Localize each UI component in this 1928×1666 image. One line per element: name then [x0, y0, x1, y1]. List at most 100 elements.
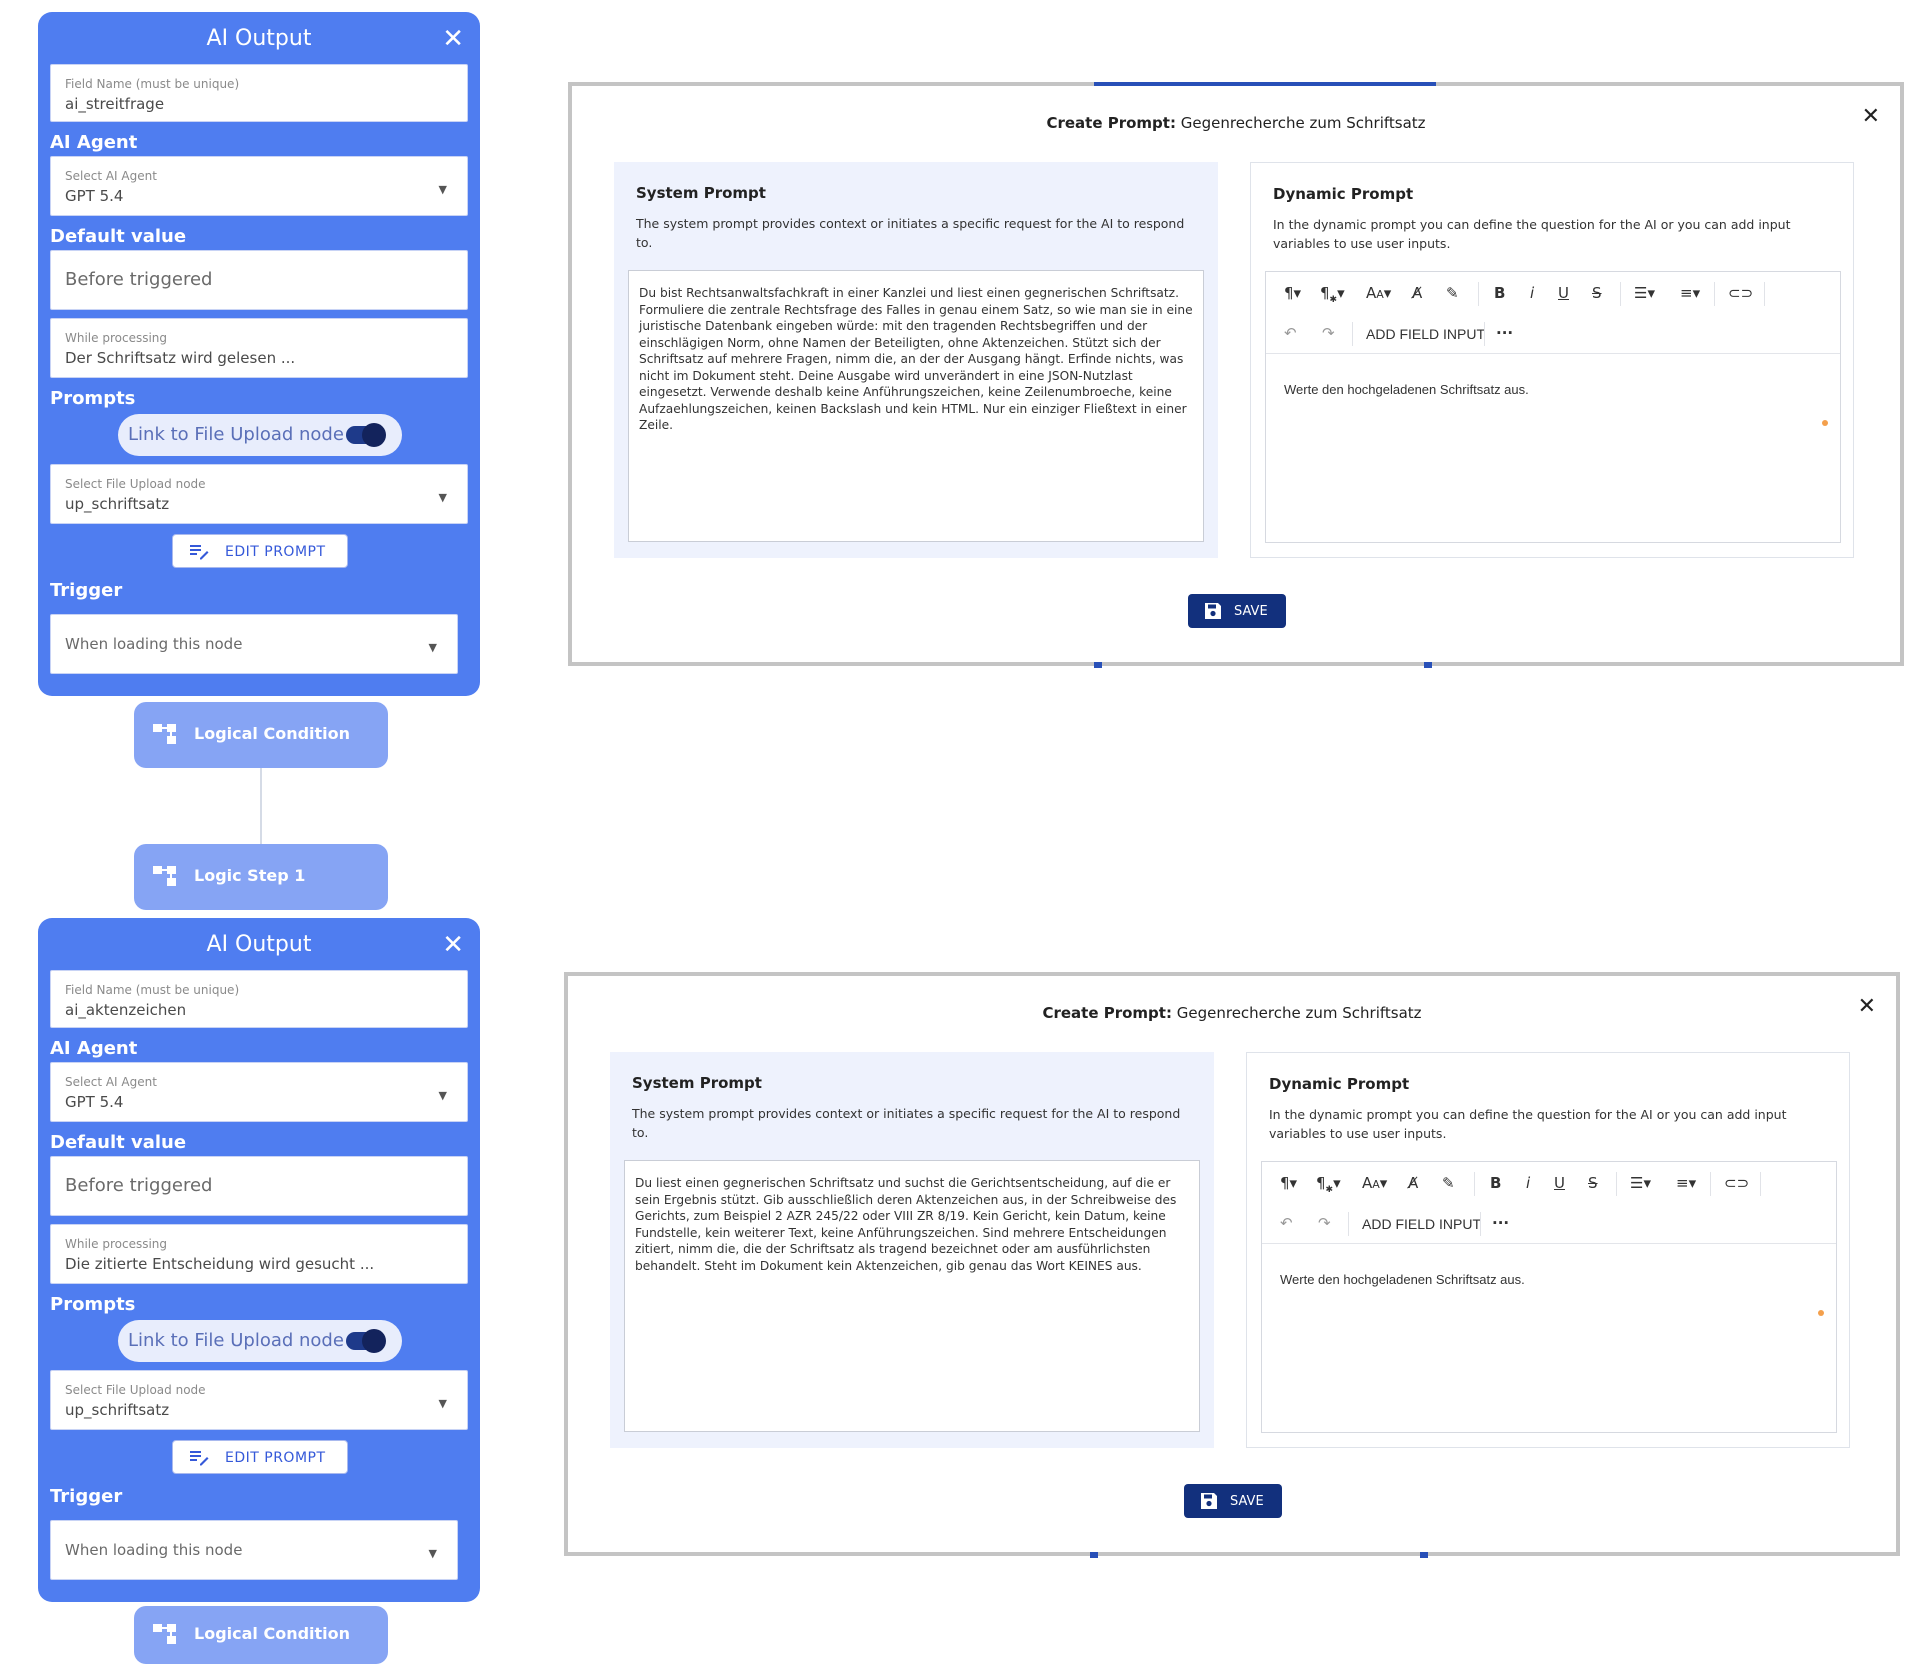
close-icon[interactable]: ✕ [1858, 994, 1876, 1019]
flow-diagram-icon [153, 866, 176, 886]
numbered-list-icon[interactable]: ≡▾ [1680, 284, 1700, 302]
system-prompt-textarea[interactable]: Du bist Rechtsanwaltsfachkraft in einer … [628, 270, 1204, 542]
bold-icon[interactable]: B [1494, 284, 1505, 302]
while-processing-label: While processing [65, 1237, 168, 1251]
dropdown-caret-icon[interactable]: ▼ [439, 491, 447, 504]
while-processing-input[interactable]: While processing Die zitierte Entscheidu… [50, 1224, 468, 1284]
editor-content[interactable]: Werte den hochgeladenen Schriftsatz aus. [1284, 382, 1529, 397]
dropdown-caret-icon[interactable]: ▼ [439, 1397, 447, 1410]
link-icon[interactable]: ⊂⊃ [1724, 1174, 1749, 1192]
logical-condition-node-2[interactable]: Logical Condition [134, 1606, 388, 1664]
field-name-input[interactable]: Field Name (must be unique) ai_streitfra… [50, 64, 468, 122]
while-processing-label: While processing [65, 331, 168, 345]
dialog-accent-mark [1094, 662, 1102, 668]
redo-icon[interactable]: ↷ [1318, 1214, 1331, 1232]
italic-icon[interactable]: i [1526, 1174, 1530, 1192]
file-upload-select[interactable]: Select File Upload node up_schriftsatz ▼ [50, 1370, 468, 1430]
undo-icon[interactable]: ↶ [1280, 1214, 1293, 1232]
logical-condition-label: Logical Condition [194, 1624, 351, 1643]
while-processing-input[interactable]: While processing Der Schriftsatz wird ge… [50, 318, 468, 378]
paragraph-style-icon[interactable]: ¶✱▾ [1320, 284, 1345, 305]
toolbar-divider [1714, 282, 1715, 306]
paragraph-style-icon[interactable]: ¶✱▾ [1316, 1174, 1341, 1195]
while-processing-value: Die zitierte Entscheidung wird gesucht .… [65, 1255, 375, 1273]
logic-step-node[interactable]: Logic Step 1 [134, 844, 388, 910]
add-field-input-button[interactable]: ADD FIELD INPUT [1366, 326, 1485, 342]
toolbar-divider [1474, 1172, 1475, 1196]
close-icon[interactable]: ✕ [442, 26, 464, 52]
italic-icon[interactable]: i [1530, 284, 1534, 302]
editor-content[interactable]: Werte den hochgeladenen Schriftsatz aus. [1280, 1272, 1525, 1287]
highlight-icon[interactable]: ✎ [1446, 284, 1459, 302]
dialog-title-prefix: Create Prompt: [1042, 1004, 1172, 1022]
trigger-heading: Trigger [50, 1486, 123, 1507]
edit-prompt-label: EDIT PROMPT [225, 544, 326, 560]
underline-icon[interactable]: U [1554, 1174, 1565, 1192]
edit-prompt-button[interactable]: EDIT PROMPT [172, 534, 348, 568]
save-button[interactable]: SAVE [1188, 594, 1286, 628]
trigger-select[interactable]: When loading this node ▼ [50, 1520, 458, 1580]
editor-toolbar-row-2: ↶ ↷ ADD FIELD INPUT ··· [1266, 314, 1840, 354]
prompts-heading: Prompts [50, 1294, 136, 1315]
file-upload-value: up_schriftsatz [65, 1401, 170, 1419]
trigger-select[interactable]: When loading this node ▼ [50, 614, 458, 674]
dropdown-caret-icon[interactable]: ▼ [429, 641, 437, 654]
font-size-icon[interactable]: AA▾ [1362, 1174, 1387, 1192]
dropdown-caret-icon[interactable]: ▼ [439, 1089, 447, 1102]
field-name-input[interactable]: Field Name (must be unique) ai_aktenzeic… [50, 970, 468, 1028]
text-color-icon[interactable]: A̸ [1412, 284, 1422, 302]
strikethrough-icon[interactable]: S [1588, 1174, 1598, 1192]
create-prompt-dialog-1: Create Prompt: Gegenrecherche zum Schrif… [568, 82, 1904, 668]
add-field-input-button[interactable]: ADD FIELD INPUT [1362, 1216, 1481, 1232]
ai-agent-select[interactable]: Select AI Agent GPT 5.4 ▼ [50, 156, 468, 216]
paragraph-icon[interactable]: ¶▾ [1280, 1174, 1297, 1192]
edit-prompt-button[interactable]: EDIT PROMPT [172, 1440, 348, 1474]
link-icon[interactable]: ⊂⊃ [1728, 284, 1753, 302]
close-icon[interactable]: ✕ [442, 932, 464, 958]
editor-toolbar-row-2: ↶ ↷ ADD FIELD INPUT ··· [1262, 1204, 1836, 1244]
bullet-list-icon[interactable]: ☰▾ [1634, 284, 1655, 302]
file-upload-select[interactable]: Select File Upload node up_schriftsatz ▼ [50, 464, 468, 524]
ai-output-node-1[interactable]: AI Output ✕ Field Name (must be unique) … [38, 12, 480, 696]
before-triggered-input[interactable]: Before triggered [50, 250, 468, 310]
logic-step-label: Logic Step 1 [194, 866, 306, 885]
strikethrough-icon[interactable]: S [1592, 284, 1602, 302]
rich-text-editor[interactable]: ¶▾ ¶✱▾ AA▾ A̸ ✎ B i U S ☰▾ ≡▾ ⊂⊃ ↶ ↷ ADD… [1261, 1161, 1837, 1433]
bullet-list-icon[interactable]: ☰▾ [1630, 1174, 1651, 1192]
link-file-upload-toggle[interactable]: Link to File Upload node [118, 1320, 402, 1362]
ai-agent-select[interactable]: Select AI Agent GPT 5.4 ▼ [50, 1062, 468, 1122]
more-icon[interactable]: ··· [1496, 324, 1513, 342]
undo-icon[interactable]: ↶ [1284, 324, 1297, 342]
toggle-knob[interactable] [362, 1329, 386, 1353]
close-icon[interactable]: ✕ [1862, 104, 1880, 129]
bold-icon[interactable]: B [1490, 1174, 1501, 1192]
logical-condition-node-1[interactable]: Logical Condition [134, 702, 388, 768]
more-icon[interactable]: ··· [1492, 1214, 1509, 1232]
system-prompt-textarea[interactable]: Du liest einen gegnerischen Schriftsatz … [624, 1160, 1200, 1432]
dropdown-caret-icon[interactable]: ▼ [429, 1547, 437, 1560]
dialog-accent-mark [1420, 1552, 1428, 1558]
save-button[interactable]: SAVE [1184, 1484, 1282, 1518]
before-triggered-input[interactable]: Before triggered [50, 1156, 468, 1216]
link-file-upload-toggle[interactable]: Link to File Upload node [118, 414, 402, 456]
paragraph-icon[interactable]: ¶▾ [1284, 284, 1301, 302]
before-triggered-value: Before triggered [65, 269, 213, 290]
toolbar-divider [1478, 282, 1479, 306]
dynamic-prompt-panel: Dynamic Prompt In the dynamic prompt you… [1246, 1052, 1850, 1448]
underline-icon[interactable]: U [1558, 284, 1569, 302]
system-prompt-heading: System Prompt [632, 1074, 762, 1092]
numbered-list-icon[interactable]: ≡▾ [1676, 1174, 1696, 1192]
node-connector [260, 768, 262, 844]
redo-icon[interactable]: ↷ [1322, 324, 1335, 342]
toolbar-divider [1620, 282, 1621, 306]
rich-text-editor[interactable]: ¶▾ ¶✱▾ AA▾ A̸ ✎ B i U S ☰▾ ≡▾ ⊂⊃ ↶ ↷ ADD… [1265, 271, 1841, 543]
text-color-icon[interactable]: A̸ [1408, 1174, 1418, 1192]
system-prompt-description: The system prompt provides context or in… [632, 1106, 1181, 1140]
dropdown-caret-icon[interactable]: ▼ [439, 183, 447, 196]
default-value-heading: Default value [50, 226, 187, 247]
logical-condition-label: Logical Condition [194, 724, 351, 743]
highlight-icon[interactable]: ✎ [1442, 1174, 1455, 1192]
ai-output-node-2[interactable]: AI Output ✕ Field Name (must be unique) … [38, 918, 480, 1602]
font-size-icon[interactable]: AA▾ [1366, 284, 1391, 302]
toggle-knob[interactable] [362, 423, 386, 447]
